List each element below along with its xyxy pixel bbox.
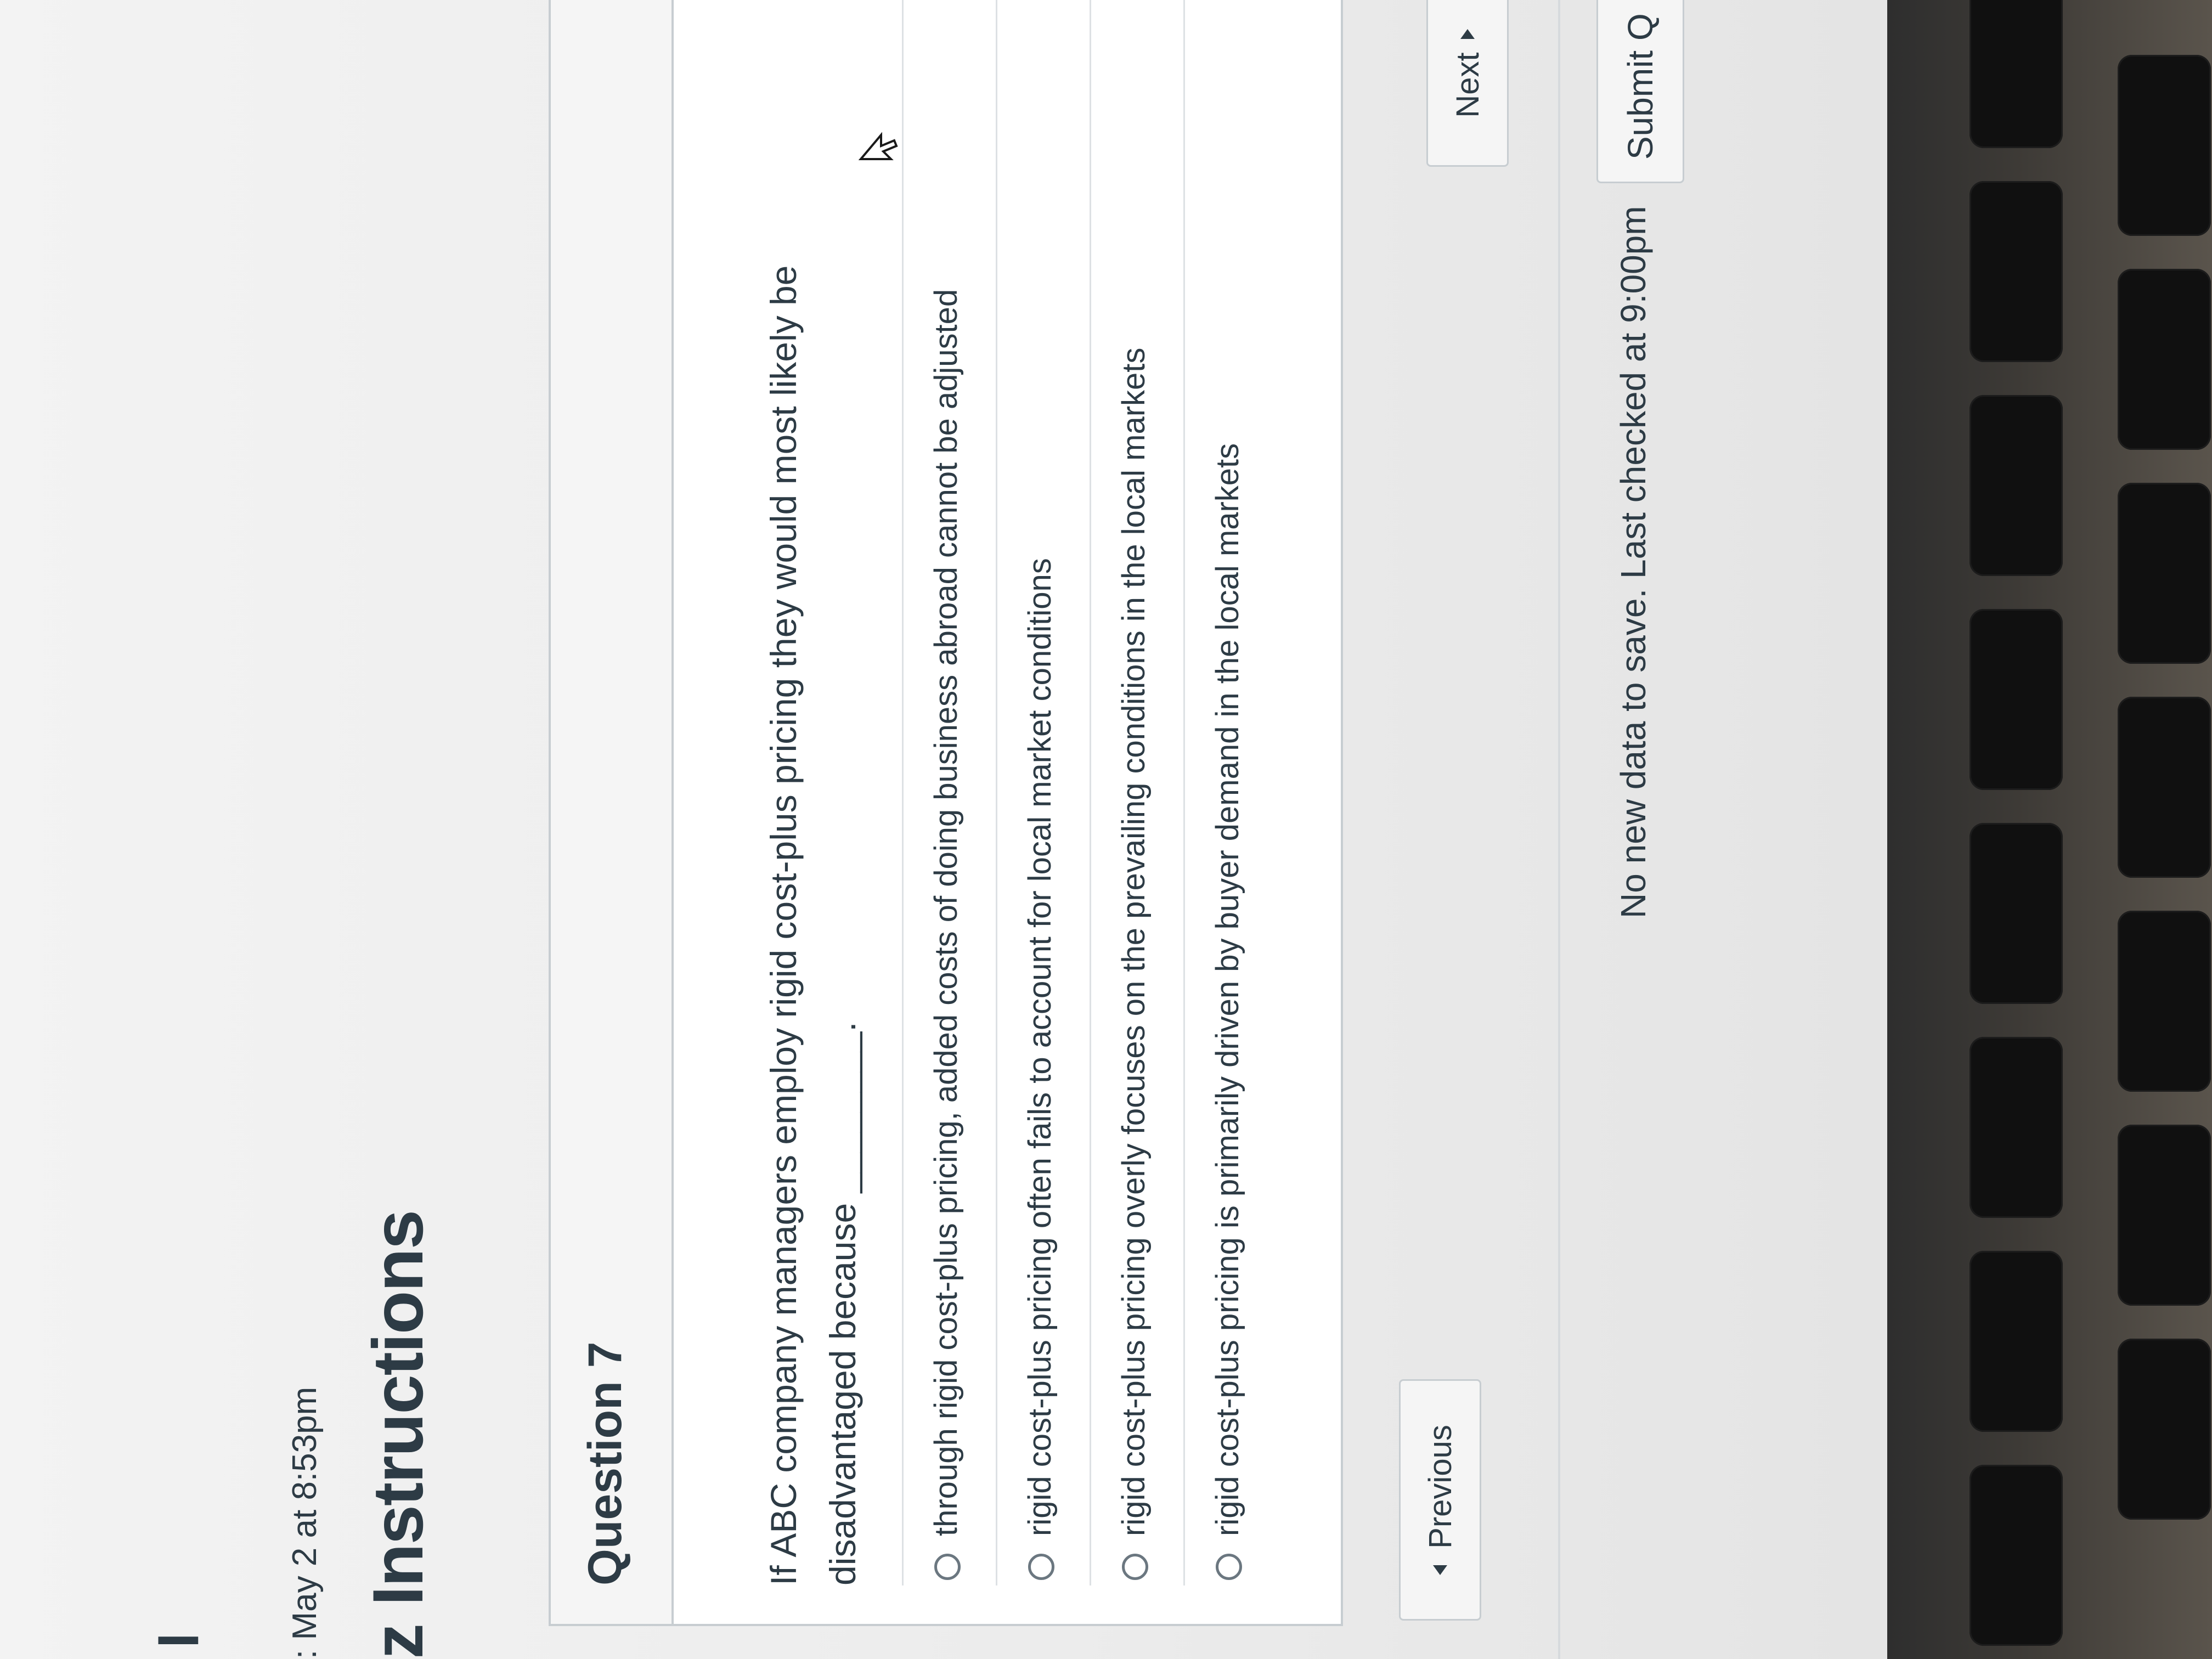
- triangle-left-icon: [1433, 1565, 1447, 1575]
- radio-button-icon[interactable]: [934, 1554, 961, 1580]
- keyboard-key: [1970, 395, 2063, 576]
- keyboard-key: [2118, 269, 2211, 450]
- next-button[interactable]: Next: [1426, 0, 1509, 167]
- keyboard-key: [2118, 55, 2211, 236]
- keyboard-key: [1970, 1465, 2063, 1646]
- radio-button-icon[interactable]: [1216, 1554, 1242, 1580]
- breadcrumb-fragment: l: [149, 1633, 210, 1648]
- radio-button-icon[interactable]: [1122, 1554, 1148, 1580]
- keyboard-key: [1970, 609, 2063, 790]
- keyboard-key: [1970, 1251, 2063, 1432]
- question-card: Question 7 2 If ABC company managers emp…: [549, 0, 1343, 1626]
- keyboard-key: [1970, 823, 2063, 1004]
- page-title: z Instructions: [358, 1210, 438, 1659]
- answer-option[interactable]: rigid cost-plus pricing is primarily dri…: [1183, 0, 1277, 1585]
- answer-option[interactable]: through rigid cost-plus pricing, added c…: [902, 0, 996, 1585]
- keyboard-key: [2118, 697, 2211, 878]
- question-title: Question 7: [579, 1341, 631, 1585]
- answer-label: rigid cost-plus pricing is primarily dri…: [1210, 443, 1245, 1536]
- keyboard-key: [1970, 181, 2063, 362]
- keyboard-key: [1970, 0, 2063, 148]
- keyboard-key: [2118, 1339, 2211, 1520]
- due-date-line: : May 2 at 8:53pm: [286, 1386, 324, 1659]
- next-label: Next: [1449, 52, 1486, 118]
- quiz-page: l : May 2 at 8:53pm z Instructions Quest…: [0, 0, 1887, 1659]
- mouse-cursor-icon: [858, 132, 898, 160]
- save-status-text: No new data to save. Last checked at 9:0…: [1613, 206, 1653, 918]
- answer-list: through rigid cost-plus pricing, added c…: [902, 0, 1277, 1624]
- triangle-right-icon: [1460, 29, 1475, 40]
- radio-button-icon[interactable]: [1028, 1554, 1054, 1580]
- answer-label: through rigid cost-plus pricing, added c…: [928, 289, 964, 1536]
- previous-button[interactable]: Previous: [1399, 1379, 1481, 1621]
- submit-quiz-button[interactable]: Submit Q: [1596, 0, 1684, 183]
- answer-option[interactable]: rigid cost-plus pricing overly focuses o…: [1090, 0, 1183, 1585]
- previous-label: Previous: [1422, 1425, 1458, 1549]
- question-text: If ABC company managers employ rigid cos…: [763, 265, 863, 1585]
- keyboard-key: [2118, 911, 2211, 1092]
- answer-label: rigid cost-plus pricing overly focuses o…: [1116, 347, 1152, 1536]
- keyboard-key: [2118, 483, 2211, 664]
- footer-divider: [1558, 0, 1560, 1659]
- keyboard-key: [2118, 1125, 2211, 1306]
- answer-option[interactable]: rigid cost-plus pricing often fails to a…: [996, 0, 1090, 1585]
- question-header: Question 7 2: [551, 0, 674, 1624]
- laptop-keyboard-area: [1887, 0, 2212, 1659]
- answer-label: rigid cost-plus pricing often fails to a…: [1022, 558, 1058, 1536]
- keyboard-key: [1970, 1037, 2063, 1218]
- photo-scene: l : May 2 at 8:53pm z Instructions Quest…: [0, 0, 2212, 1659]
